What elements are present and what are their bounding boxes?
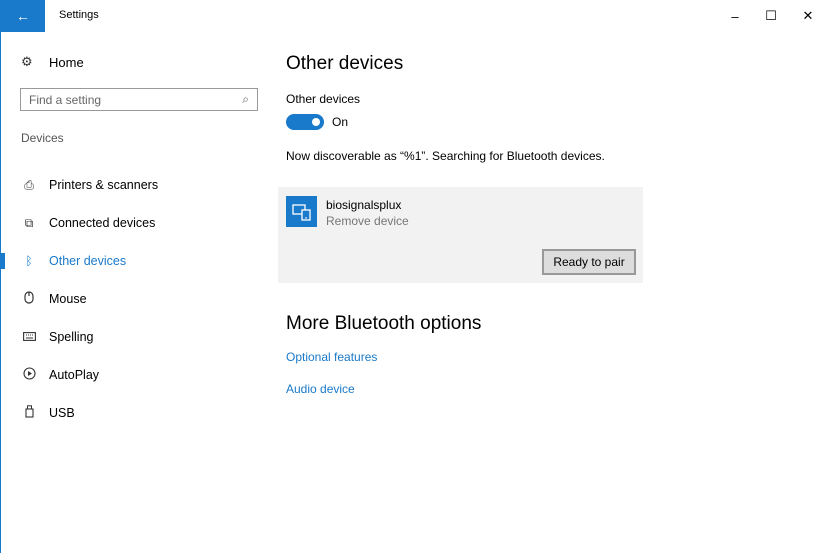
sidebar-section-label: Devices [21, 131, 64, 145]
mouse-icon [21, 291, 37, 307]
search-input[interactable] [29, 92, 243, 107]
close-button[interactable]: ✕ [790, 0, 815, 32]
sidebar-item-usb[interactable]: USB [1, 394, 271, 432]
usb-icon [21, 405, 37, 421]
sidebar-item-printers[interactable]: ⎙ Printers & scanners [1, 166, 271, 204]
settings-window: ← Settings – ☐ ✕ ⚙ Home ⌕ Devices ⎙ Prin… [0, 0, 815, 553]
more-bluetooth-options-title: More Bluetooth options [286, 313, 482, 334]
minimize-button[interactable]: – [717, 0, 753, 32]
sidebar-item-label: Connected devices [49, 216, 156, 230]
optional-features-link[interactable]: Optional features [286, 350, 377, 364]
page-title: Other devices [286, 53, 404, 74]
maximize-button[interactable]: ☐ [753, 0, 789, 32]
bluetooth-toggle[interactable] [286, 114, 324, 130]
back-button[interactable]: ← [1, 0, 45, 32]
sidebar-item-label: Printers & scanners [49, 178, 159, 192]
device-remove-label: Remove device [326, 214, 409, 228]
sidebar-nav: ⎙ Printers & scanners ⧉ Connected device… [1, 166, 271, 432]
search-icon[interactable]: ⌕ [242, 92, 249, 107]
sidebar-item-mouse[interactable]: Mouse [1, 280, 271, 318]
sidebar-item-label: AutoPlay [49, 368, 100, 382]
nav-home-label: Home [49, 54, 84, 70]
sidebar-item-autoplay[interactable]: AutoPlay [1, 356, 271, 394]
sidebar-item-label: Other devices [49, 254, 127, 268]
sidebar-item-spelling[interactable]: Spelling [1, 318, 271, 356]
toggle-state-label: On [332, 115, 349, 129]
gear-icon: ⚙ [21, 54, 33, 69]
printer-icon: ⎙ [24, 177, 34, 192]
search-box[interactable]: ⌕ [20, 88, 258, 111]
sidebar-item-other-devices[interactable]: ᛒ Other devices [1, 242, 271, 280]
toggle-knob [312, 118, 320, 126]
nav-home[interactable]: ⚙ Home [21, 52, 84, 72]
sidebar-item-label: Mouse [49, 292, 87, 306]
window-title: Settings [59, 9, 99, 21]
sidebar-item-label: Spelling [49, 330, 94, 344]
device-icon [286, 196, 317, 227]
bluetooth-toggle-label: Other devices [286, 92, 361, 106]
device-name: biosignalsplux [326, 198, 402, 212]
back-arrow-icon: ← [16, 8, 30, 24]
bluetooth-icon: ᛒ [25, 254, 33, 268]
keyboard-icon [21, 330, 37, 344]
audio-device-link[interactable]: Audio device [286, 382, 355, 396]
sidebar-item-label: USB [49, 406, 75, 420]
title-bar: ← Settings – ☐ ✕ [1, 0, 815, 32]
discovery-status: Now discoverable as “%1”. Searching for … [286, 149, 605, 163]
autoplay-icon [21, 367, 37, 383]
device-card[interactable]: biosignalsplux Remove device Ready to pa… [278, 187, 643, 283]
connected-devices-icon: ⧉ [24, 215, 34, 230]
sidebar-item-connected-devices[interactable]: ⧉ Connected devices [1, 204, 271, 242]
ready-to-pair-button[interactable]: Ready to pair [542, 249, 636, 275]
